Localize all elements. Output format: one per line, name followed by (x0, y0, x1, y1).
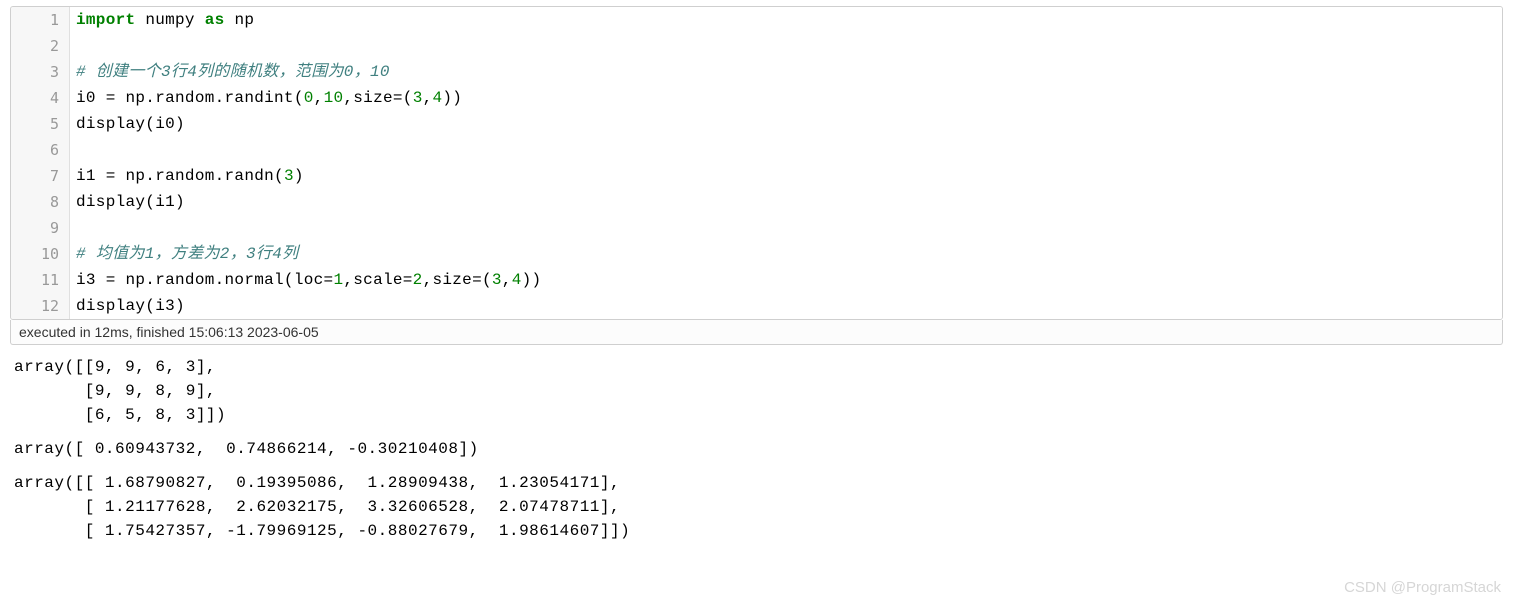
line-number: 11 (11, 267, 69, 293)
line-number: 8 (11, 189, 69, 215)
code-line[interactable] (69, 33, 1502, 59)
code-line[interactable]: display(i3) (69, 293, 1502, 319)
line-number: 2 (11, 33, 69, 59)
code-row[interactable]: 4i0 = np.random.randint(0,10,size=(3,4)) (11, 85, 1502, 111)
code-line[interactable]: i1 = np.random.randn(3) (69, 163, 1502, 189)
code-row[interactable]: 1import numpy as np (11, 7, 1502, 33)
code-line[interactable]: display(i0) (69, 111, 1502, 137)
code-row[interactable]: 10# 均值为1，方差为2，3行4列 (11, 241, 1502, 267)
code-row[interactable]: 6 (11, 137, 1502, 163)
code-row[interactable]: 11i3 = np.random.normal(loc=1,scale=2,si… (11, 267, 1502, 293)
code-line[interactable]: # 均值为1，方差为2，3行4列 (69, 241, 1502, 267)
line-number: 6 (11, 137, 69, 163)
line-number: 4 (11, 85, 69, 111)
code-line[interactable] (69, 137, 1502, 163)
code-line[interactable]: i3 = np.random.normal(loc=1,scale=2,size… (69, 267, 1502, 293)
line-number: 9 (11, 215, 69, 241)
line-number: 7 (11, 163, 69, 189)
code-line[interactable]: import numpy as np (69, 7, 1502, 33)
output-block-3: array([[ 1.68790827, 0.19395086, 1.28909… (14, 471, 1499, 543)
line-number: 10 (11, 241, 69, 267)
code-row[interactable]: 12display(i3) (11, 293, 1502, 319)
line-number: 5 (11, 111, 69, 137)
code-row[interactable]: 2 (11, 33, 1502, 59)
code-line[interactable]: i0 = np.random.randint(0,10,size=(3,4)) (69, 85, 1502, 111)
execution-status: executed in 12ms, finished 15:06:13 2023… (10, 320, 1503, 345)
output-block-1: array([[9, 9, 6, 3], [9, 9, 8, 9], [6, 5… (14, 355, 1499, 427)
code-cell[interactable]: 1import numpy as np2 3# 创建一个3行4列的随机数，范围为… (10, 6, 1503, 320)
output-block-2: array([ 0.60943732, 0.74866214, -0.30210… (14, 437, 1499, 461)
code-row[interactable]: 5display(i0) (11, 111, 1502, 137)
line-number: 1 (11, 7, 69, 33)
code-row[interactable]: 3# 创建一个3行4列的随机数，范围为0，10 (11, 59, 1502, 85)
watermark: CSDN @ProgramStack (1344, 579, 1501, 596)
code-row[interactable]: 8display(i1) (11, 189, 1502, 215)
line-number: 3 (11, 59, 69, 85)
code-row[interactable]: 9 (11, 215, 1502, 241)
code-line[interactable] (69, 215, 1502, 241)
code-line[interactable]: # 创建一个3行4列的随机数，范围为0，10 (69, 59, 1502, 85)
code-line[interactable]: display(i1) (69, 189, 1502, 215)
line-number: 12 (11, 293, 69, 319)
code-row[interactable]: 7i1 = np.random.randn(3) (11, 163, 1502, 189)
